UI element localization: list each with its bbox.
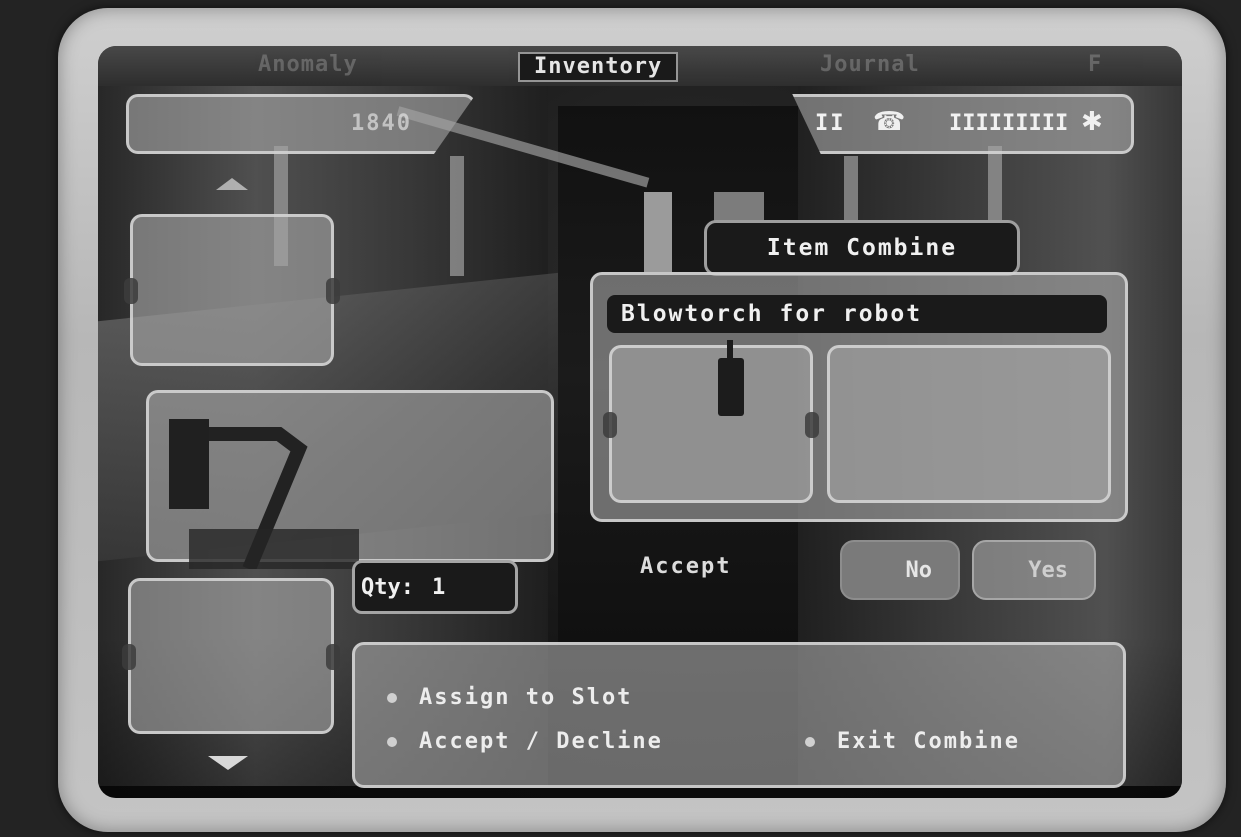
button-dot-icon: [387, 692, 397, 703]
phone-icon: ☎: [873, 107, 906, 137]
pause-icon: II: [815, 111, 846, 136]
item-preview-panel: [146, 390, 554, 569]
help-accept-decline-text: Accept / Decline: [419, 729, 663, 754]
tab-journal[interactable]: Journal: [820, 52, 920, 78]
scene-post: [450, 156, 464, 276]
counter-panel: 1840: [126, 94, 476, 154]
no-button[interactable]: No: [840, 540, 960, 600]
quantity-display: Qty: 1: [352, 560, 518, 614]
tab-extra[interactable]: F: [1088, 52, 1102, 78]
help-exit-text: Exit Combine: [837, 729, 1020, 754]
inventory-slot-bottom[interactable]: [122, 578, 340, 734]
status-panel: II ☎ IIIIIIIII ✱: [792, 94, 1134, 154]
button-dot-icon: [805, 736, 815, 747]
yes-button[interactable]: Yes: [972, 540, 1096, 600]
help-exit: Exit Combine: [805, 729, 1020, 754]
controls-help-panel: Assign to Slot Accept / Decline Exit Com…: [352, 642, 1126, 788]
item-combine-panel: Blowtorch for robot: [590, 272, 1128, 522]
down-arrow-icon[interactable]: [208, 756, 248, 770]
combine-slot-2[interactable]: [827, 345, 1111, 503]
help-accept-decline: Accept / Decline: [387, 729, 663, 754]
button-dot-icon: [387, 736, 397, 747]
blowtorch-icon: [718, 340, 744, 416]
quantity-value: 1: [431, 574, 446, 600]
tab-anomaly[interactable]: Anomaly: [258, 52, 358, 78]
help-assign-text: Assign to Slot: [419, 685, 633, 710]
tab-bar: Anomaly Inventory Journal F: [98, 46, 1182, 86]
quantity-label: Qty:: [361, 574, 414, 600]
accept-label: Accept: [640, 554, 732, 579]
item-preview-graphic: [169, 419, 359, 569]
up-arrow-icon[interactable]: [216, 178, 248, 190]
gear-icon: ✱: [1081, 107, 1103, 137]
health-bar-icon: IIIIIIIII: [949, 111, 1069, 136]
tab-inventory[interactable]: Inventory: [518, 52, 679, 82]
help-assign: Assign to Slot: [387, 685, 632, 710]
scene-pillar: [644, 192, 672, 272]
game-screen: Anomaly Inventory Journal F 1840 II ☎ II…: [98, 46, 1182, 798]
combine-slot-1[interactable]: [603, 340, 819, 503]
combine-item-name: Blowtorch for robot: [607, 295, 1107, 333]
counter-value: 1840: [351, 111, 412, 136]
inventory-slot-top[interactable]: [124, 214, 340, 366]
item-combine-title: Item Combine: [704, 220, 1020, 276]
